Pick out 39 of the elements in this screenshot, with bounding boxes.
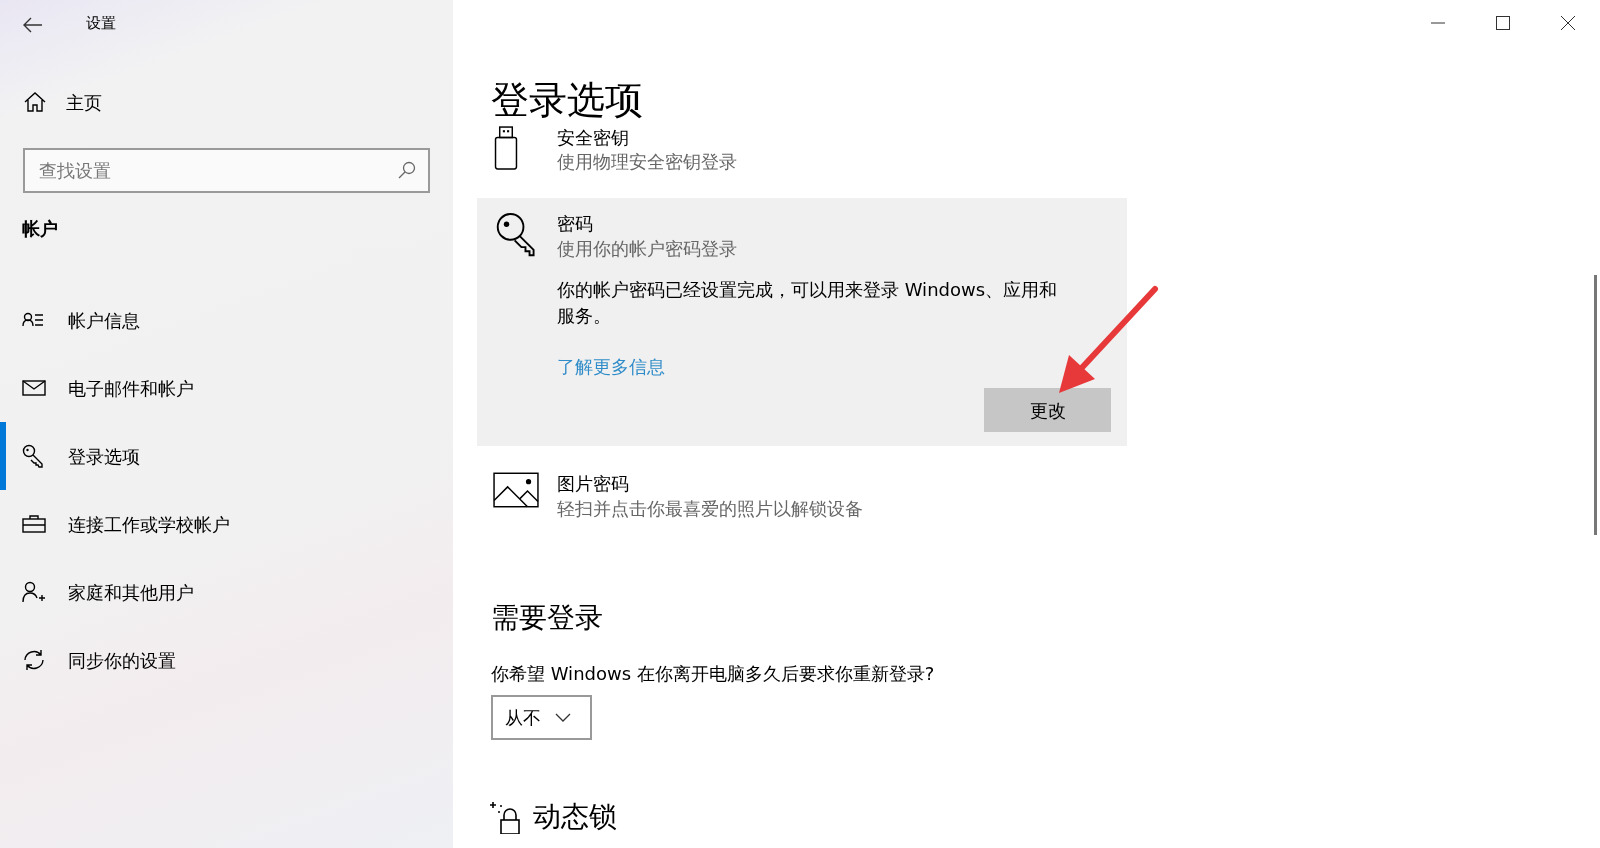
briefcase-icon	[22, 514, 46, 534]
person-list-icon	[22, 311, 46, 329]
window-title: 设置	[86, 12, 116, 34]
option-title: 图片密码	[557, 472, 630, 496]
mail-icon	[22, 379, 46, 397]
timeout-dropdown[interactable]: 从不	[491, 695, 592, 741]
option-title: 安全密钥	[557, 125, 630, 150]
person-add-icon	[22, 581, 46, 603]
usb-stick-icon	[493, 125, 519, 170]
option-subtitle: 轻扫并点击你最喜爱的照片以解锁设备	[557, 496, 864, 521]
scrollbar[interactable]	[1594, 275, 1597, 535]
page-title: 登录选项	[491, 80, 644, 122]
close-icon[interactable]	[1559, 15, 1576, 31]
picture-icon	[493, 472, 539, 509]
change-button[interactable]: 更改	[984, 388, 1111, 433]
nav-item[interactable]: 登录选项	[0, 422, 453, 490]
maximize-icon[interactable]	[1494, 15, 1511, 31]
option-subtitle: 使用物理安全密钥登录	[557, 150, 738, 175]
search-field[interactable]: 查找设置	[23, 148, 430, 193]
home-link[interactable]: 主页	[66, 88, 102, 116]
nav-item[interactable]: 帐户信息	[0, 286, 453, 354]
section-heading: 动态锁	[533, 799, 617, 836]
chevron-icon	[555, 713, 571, 723]
nav-item[interactable]: 连接工作或学校帐户	[0, 490, 453, 558]
key-icon	[22, 444, 46, 468]
nav-item[interactable]: 家庭和其他用户	[0, 558, 453, 626]
option-title: 密码	[557, 212, 594, 236]
question-text: 你希望 Windows 在你离开电脑多久后要求你重新登录?	[491, 662, 936, 687]
nav-item[interactable]: 同步你的设置	[0, 626, 453, 694]
sync-icon	[22, 649, 46, 671]
home-icon[interactable]	[24, 92, 46, 112]
option-description: 你的帐户密码已经设置完成，可以用来登录 Windows、应用和服务。	[557, 277, 1059, 329]
section-heading: 帐户	[21, 217, 59, 241]
option-subtitle: 使用你的帐户密码登录	[557, 236, 738, 261]
lock-icon	[489, 800, 523, 835]
back-arrow-icon[interactable]	[23, 16, 43, 33]
section-heading: 需要登录	[491, 600, 604, 635]
search-icon[interactable]	[398, 161, 416, 179]
nav-item[interactable]: 电子邮件和帐户	[0, 354, 453, 422]
